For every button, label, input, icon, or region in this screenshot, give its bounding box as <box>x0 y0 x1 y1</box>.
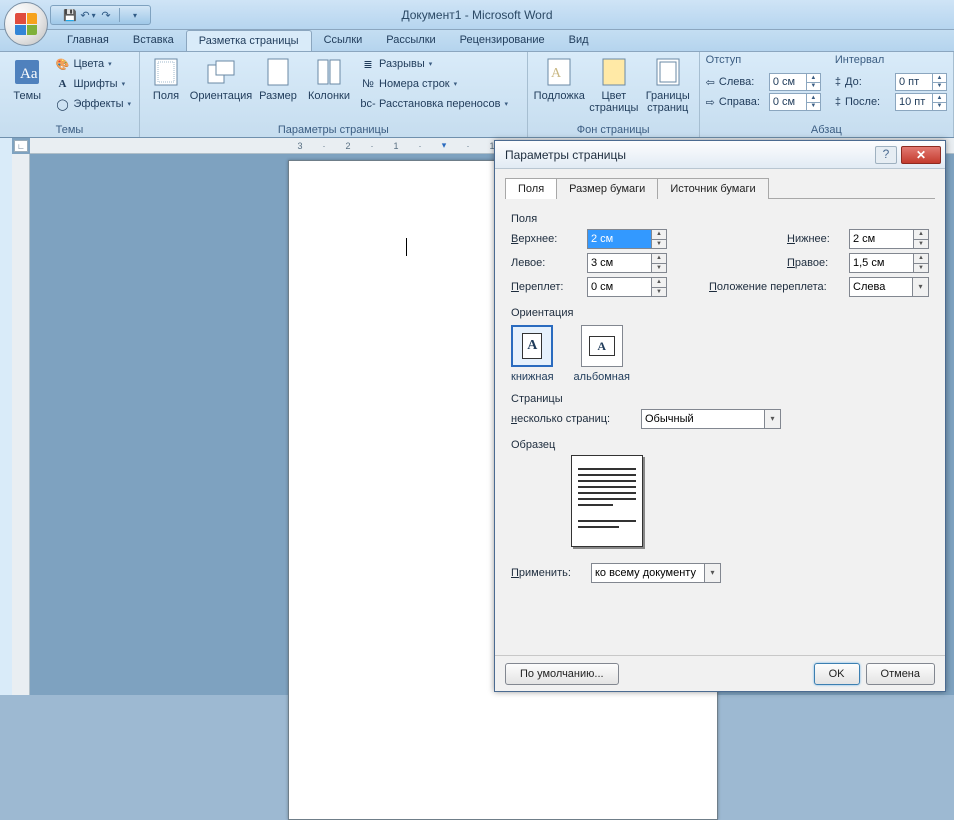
margin-top-input[interactable]: 2 см▲▼ <box>587 229 667 249</box>
breaks-icon: ≣ <box>360 56 376 72</box>
ribbon: Aa Темы 🎨 Цвета▾ A Шрифты▾ ◯ Эффекты▾ <box>0 52 954 138</box>
group-themes-label: Темы <box>6 124 133 137</box>
text-cursor <box>406 238 407 256</box>
orientation-portrait[interactable]: A книжная <box>511 325 554 383</box>
theme-fonts-button[interactable]: A Шрифты▾ <box>52 74 133 94</box>
space-after[interactable]: ‡После: 10 пт▲▼ <box>835 92 947 112</box>
tab-mailings[interactable]: Рассылки <box>374 30 447 51</box>
group-paragraph: Отступ ⇦Слева: 0 см▲▼ ⇨Справа: 0 см▲▼ Ин… <box>700 52 954 137</box>
office-logo-icon <box>15 13 37 35</box>
tab-review[interactable]: Рецензирование <box>448 30 557 51</box>
undo-icon[interactable]: ↶▾ <box>79 6 97 24</box>
preview-section: Образец <box>511 439 929 547</box>
orientation-button[interactable]: Ориентация <box>190 54 252 102</box>
ribbon-tabs: Главная Вставка Разметка страницы Ссылки… <box>0 30 954 52</box>
tab-insert[interactable]: Вставка <box>121 30 186 51</box>
indent-header: Отступ <box>706 54 821 72</box>
margins-section: Поля Верхнее: 2 см▲▼ Нижнее: 2 см▲▼ Лево… <box>511 213 929 297</box>
pages-section: Страницы несколько страниц: Обычный▾ <box>511 393 929 429</box>
apply-section: Применить: ко всему документу▾ <box>511 563 929 583</box>
dialog-title: Параметры страницы <box>505 148 626 162</box>
dialog-titlebar: Параметры страницы ? ✕ <box>495 141 945 169</box>
gutter-input[interactable]: 0 см▲▼ <box>587 277 667 297</box>
ruler-vertical[interactable] <box>12 154 30 695</box>
title-bar: 💾 ↶▾ ↷ ▾ Документ1 - Microsoft Word <box>0 0 954 30</box>
default-button[interactable]: По умолчанию... <box>505 663 619 685</box>
multiple-pages-combo[interactable]: Обычный▾ <box>641 409 781 429</box>
qat-customize-icon[interactable]: ▾ <box>126 6 144 24</box>
group-paragraph-label: Абзац <box>706 124 947 137</box>
tab-page-layout[interactable]: Разметка страницы <box>186 30 312 51</box>
spacing-header: Интервал <box>835 54 947 72</box>
dlg-tab-source[interactable]: Источник бумаги <box>657 178 768 199</box>
group-themes: Aa Темы 🎨 Цвета▾ A Шрифты▾ ◯ Эффекты▾ <box>0 52 140 137</box>
redo-icon[interactable]: ↷ <box>97 6 115 24</box>
watermark-button[interactable]: A Подложка <box>534 54 585 102</box>
cancel-button[interactable]: Отмена <box>866 663 935 685</box>
themes-icon: Aa <box>11 56 43 88</box>
svg-text:Aa: Aa <box>20 66 38 82</box>
indent-left[interactable]: ⇦Слева: 0 см▲▼ <box>706 72 821 92</box>
theme-effects-button[interactable]: ◯ Эффекты▾ <box>52 94 133 114</box>
tab-view[interactable]: Вид <box>557 30 601 51</box>
page-setup-dialog: Параметры страницы ? ✕ Поля Размер бумаг… <box>494 140 946 692</box>
themes-button[interactable]: Aa Темы <box>6 54 48 102</box>
gutter-position-combo[interactable]: Слева▾ <box>849 277 929 297</box>
indent-right[interactable]: ⇨Справа: 0 см▲▼ <box>706 92 821 112</box>
margin-right-input[interactable]: 1,5 см▲▼ <box>849 253 929 273</box>
margin-left-input[interactable]: 3 см▲▼ <box>587 253 667 273</box>
page-borders-button[interactable]: Границы страниц <box>643 54 693 114</box>
space-before[interactable]: ‡До: 0 пт▲▼ <box>835 72 947 92</box>
line-numbers-icon: № <box>360 76 376 92</box>
tab-home[interactable]: Главная <box>55 30 121 51</box>
group-page-setup: Поля Ориентация Размер Колонки ≣ Разрывы… <box>140 52 528 137</box>
quick-access-toolbar: 💾 ↶▾ ↷ ▾ <box>50 5 151 25</box>
office-button[interactable] <box>4 2 48 46</box>
apply-to-combo[interactable]: ко всему документу▾ <box>591 563 721 583</box>
ok-button[interactable]: OK <box>814 663 860 685</box>
theme-colors-button[interactable]: 🎨 Цвета▾ <box>52 54 133 74</box>
line-numbers-button[interactable]: № Номера строк▾ <box>358 74 510 94</box>
hyphenation-button[interactable]: bс- Расстановка переносов▾ <box>358 94 510 114</box>
group-page-setup-label: Параметры страницы <box>146 124 521 137</box>
help-button[interactable]: ? <box>875 146 897 164</box>
dialog-footer: По умолчанию... OK Отмена <box>495 655 945 691</box>
svg-text:A: A <box>551 66 562 81</box>
dlg-tab-paper[interactable]: Размер бумаги <box>556 178 658 199</box>
columns-button[interactable]: Колонки <box>304 54 354 102</box>
orientation-section: Ориентация A книжная A альбомная <box>511 307 929 383</box>
tab-references[interactable]: Ссылки <box>312 30 375 51</box>
breaks-button[interactable]: ≣ Разрывы▾ <box>358 54 510 74</box>
preview-thumbnail <box>571 455 643 547</box>
orientation-landscape[interactable]: A альбомная <box>574 325 630 383</box>
margin-bottom-input[interactable]: 2 см▲▼ <box>849 229 929 249</box>
effects-icon: ◯ <box>54 96 70 112</box>
margins-button[interactable]: Поля <box>146 54 186 102</box>
group-page-background-label: Фон страницы <box>534 124 693 137</box>
group-page-background: A Подложка Цвет страницы Границы страниц… <box>528 52 700 137</box>
fonts-icon: A <box>54 76 70 92</box>
save-icon[interactable]: 💾 <box>61 6 79 24</box>
colors-icon: 🎨 <box>54 56 70 72</box>
hyphenation-icon: bс- <box>360 96 376 112</box>
size-button[interactable]: Размер <box>256 54 300 102</box>
dialog-tabs: Поля Размер бумаги Источник бумаги <box>505 177 935 199</box>
dlg-tab-margins[interactable]: Поля <box>505 178 557 199</box>
window-title: Документ1 - Microsoft Word <box>401 8 552 22</box>
ruler-corner-icon[interactable]: ∟ <box>14 140 28 152</box>
page-color-button[interactable]: Цвет страницы <box>589 54 639 114</box>
close-button[interactable]: ✕ <box>901 146 941 164</box>
